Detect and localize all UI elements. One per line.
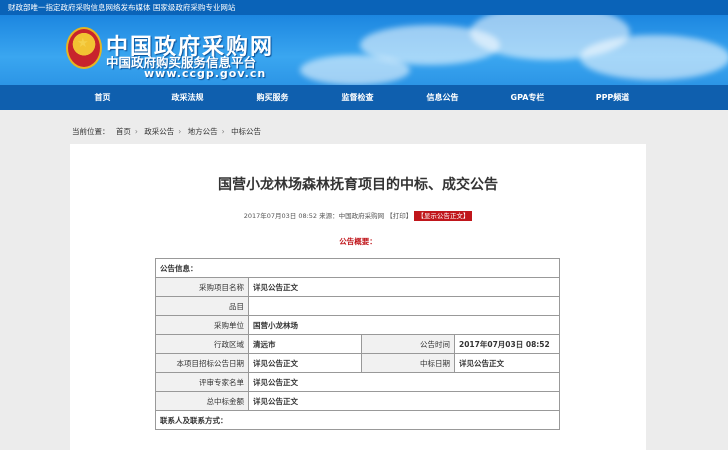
purchasing-unit-value: 国营小龙林场 <box>248 315 560 335</box>
publish-time-value: 2017年07月03日 08:52 <box>454 334 560 354</box>
article-meta: 2017年07月03日 08:52 来源：中国政府采购网 【打印】 【显示公告正… <box>70 210 646 221</box>
expert-list-label: 评审专家名单 <box>155 372 249 392</box>
breadcrumb-home[interactable]: 首页 <box>116 127 131 136</box>
table-row: 本项目招标公告日期 详见公告正文 中标日期 详见公告正文 <box>155 353 560 373</box>
breadcrumb-separator: › <box>221 127 225 136</box>
top-strip-text: 财政部唯一指定政府采购信息网络发布媒体 国家级政府采购专业网站 <box>8 3 236 12</box>
award-date-value: 详见公告正文 <box>454 353 560 373</box>
article-date: 2017年07月03日 08:52 <box>243 212 318 220</box>
table-header: 公告信息： <box>155 258 560 278</box>
region-value: 清远市 <box>248 334 362 354</box>
summary-label: 公告概要： <box>339 237 377 246</box>
table-row: 行政区域 清远市 公告时间 2017年07月03日 08:52 <box>155 334 560 354</box>
purchasing-unit-label: 采购单位 <box>155 315 249 335</box>
breadcrumb-gov-announcements[interactable]: 政采公告 <box>144 127 174 136</box>
national-emblem-icon <box>66 27 102 69</box>
contact-header: 联系人及联系方式： <box>155 410 560 430</box>
breadcrumb-award-announcements[interactable]: 中标公告 <box>231 127 261 136</box>
nav-item-announcements[interactable]: 信息公告 <box>400 85 485 110</box>
project-name-value: 详见公告正文 <box>248 277 560 297</box>
region-label: 行政区域 <box>155 334 249 354</box>
breadcrumb-local-announcements[interactable]: 地方公告 <box>188 127 218 136</box>
item-label: 品目 <box>155 296 249 316</box>
nav-item-gpa[interactable]: GPA专栏 <box>485 85 570 110</box>
breadcrumb-separator: › <box>178 127 182 136</box>
table-row: 评审专家名单 详见公告正文 <box>155 372 560 392</box>
table-row: 公告信息： <box>155 258 560 278</box>
bid-notice-date-label: 本项目招标公告日期 <box>155 353 249 373</box>
announcement-info-table: 公告信息： 采购项目名称 详见公告正文 品目 采购单位 国营小龙林场 行政区域 … <box>155 258 560 430</box>
expert-list-value: 详见公告正文 <box>248 372 560 392</box>
main-nav: 首页 政采法规 购买服务 监督检查 信息公告 GPA专栏 PPP频道 <box>0 85 728 110</box>
award-date-label: 中标日期 <box>361 353 455 373</box>
cloud-decoration <box>300 55 410 85</box>
nav-item-home[interactable]: 首页 <box>60 85 145 110</box>
site-url: www.ccgp.gov.cn <box>144 67 267 80</box>
content-panel: 国营小龙林场森林抚育项目的中标、成交公告 2017年07月03日 08:52 来… <box>70 144 646 450</box>
item-value <box>248 296 560 316</box>
cloud-decoration <box>580 35 728 80</box>
nav-item-regulations[interactable]: 政采法规 <box>145 85 230 110</box>
table-row: 品目 <box>155 296 560 316</box>
total-award-amount-value: 详见公告正文 <box>248 391 560 411</box>
print-link[interactable]: 【打印】 <box>386 212 412 220</box>
breadcrumb: 当前位置： 首页 › 政采公告 › 地方公告 › 中标公告 <box>72 126 265 137</box>
show-full-text-button[interactable]: 【显示公告正文】 <box>414 211 473 221</box>
top-strip: 财政部唯一指定政府采购信息网络发布媒体 国家级政府采购专业网站 <box>0 0 728 15</box>
breadcrumb-label: 当前位置： <box>72 127 110 136</box>
nav-item-purchase-services[interactable]: 购买服务 <box>230 85 315 110</box>
nav-item-ppp[interactable]: PPP频道 <box>570 85 655 110</box>
table-row: 联系人及联系方式： <box>155 410 560 430</box>
article-title: 国营小龙林场森林抚育项目的中标、成交公告 <box>218 177 498 193</box>
bid-notice-date-value: 详见公告正文 <box>248 353 362 373</box>
site-banner: 中国政府采购网 中国政府购买服务信息平台 www.ccgp.gov.cn <box>0 15 728 85</box>
table-row: 采购单位 国营小龙林场 <box>155 315 560 335</box>
table-row: 采购项目名称 详见公告正文 <box>155 277 560 297</box>
total-award-amount-label: 总中标金额 <box>155 391 249 411</box>
project-name-label: 采购项目名称 <box>155 277 249 297</box>
article-source: 来源：中国政府采购网 <box>319 212 385 220</box>
table-row: 总中标金额 详见公告正文 <box>155 391 560 411</box>
publish-time-label: 公告时间 <box>361 334 455 354</box>
breadcrumb-separator: › <box>134 127 138 136</box>
nav-item-supervision[interactable]: 监督检查 <box>315 85 400 110</box>
